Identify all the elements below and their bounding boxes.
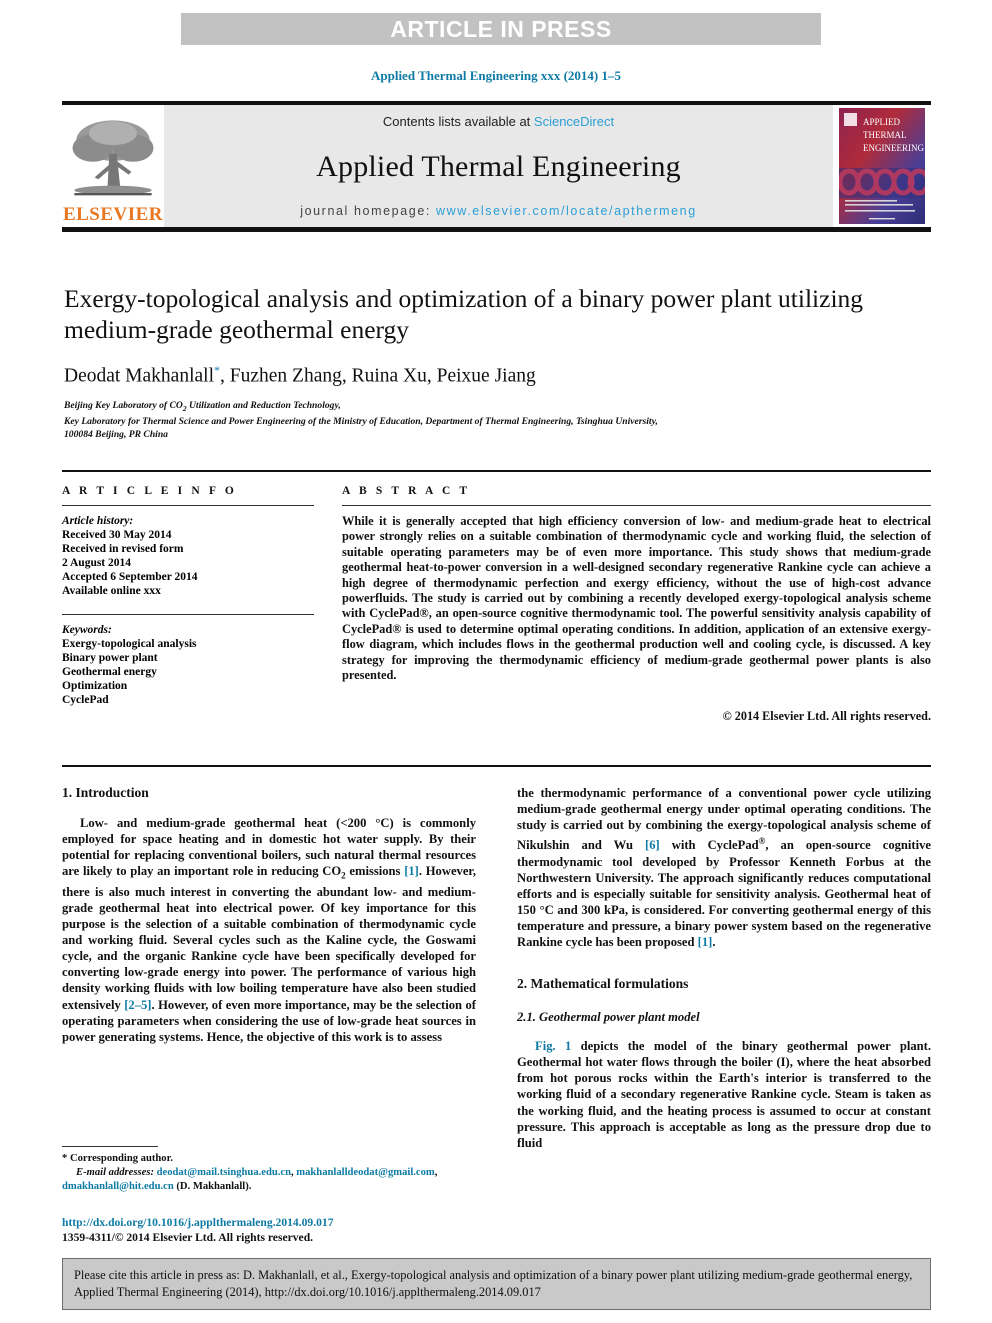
col2-text-c: , an open-source cognitive thermodynamic…	[517, 838, 931, 950]
heading-mathematical-formulations: 2. Mathematical formulations	[517, 976, 689, 992]
heading-geothermal-power-plant-model: 2.1. Geothermal power plant model	[517, 1010, 700, 1025]
keywords-block: Keywords: Exergy-topological analysis Bi…	[62, 614, 314, 707]
keywords-rule	[62, 614, 314, 615]
keyword-3: Geothermal energy	[62, 666, 157, 678]
history-line-1: Received 30 May 2014	[62, 529, 172, 541]
article-history-label: Article history:	[62, 515, 134, 527]
author-rest: , Fuzhen Zhang, Ruina Xu, Peixue Jiang	[220, 365, 536, 387]
citation-ref-2-5[interactable]: [2–5]	[124, 998, 151, 1012]
heading-introduction: 1. Introduction	[62, 785, 149, 800]
doi-link[interactable]: http://dx.doi.org/10.1016/j.applthermale…	[62, 1215, 522, 1230]
affiliation-line-1: Beijing Key Laboratory of CO2 Utilizatio…	[64, 399, 341, 413]
contents-list-line: Contents lists available at ScienceDirec…	[383, 114, 614, 129]
col2-text-b: with CyclePad	[659, 838, 759, 853]
title-section-rule	[62, 470, 931, 472]
author-first: Deodat Makhanlall	[64, 365, 214, 387]
journal-article-page: ARTICLE IN PRESS Applied Thermal Enginee…	[0, 0, 992, 1323]
svg-text:THERMAL: THERMAL	[863, 130, 907, 140]
article-info-rule	[62, 505, 314, 506]
citation-ref-1[interactable]: [1]	[404, 864, 419, 878]
sciencedirect-link[interactable]: ScienceDirect	[534, 114, 614, 129]
homepage-label: journal homepage:	[300, 204, 437, 218]
citation-ref-6[interactable]: [6]	[645, 838, 660, 852]
page-title: Exergy-topological analysis and optimiza…	[64, 284, 864, 344]
svg-text:ENGINEERING: ENGINEERING	[863, 143, 924, 153]
email-link-3[interactable]: dmakhanlall@hit.edu.cn	[62, 1181, 174, 1192]
history-line-5: Available online xxx	[62, 585, 161, 597]
copyright-line: © 2014 Elsevier Ltd. All rights reserved…	[722, 709, 931, 724]
cite-this-article-box: Please cite this article in press as: D.…	[62, 1258, 931, 1310]
author-list: Deodat Makhanlall*, Fuzhen Zhang, Ruina …	[64, 363, 930, 388]
history-line-2: Received in revised form	[62, 543, 184, 555]
email-owner-suffix: (D. Makhanlall).	[173, 1181, 252, 1192]
contents-prefix: Contents lists available at	[382, 114, 534, 129]
intro-continued-paragraph: the thermodynamic performance of a conve…	[517, 785, 931, 950]
elsevier-tree-icon	[72, 120, 154, 196]
section21-paragraph: Fig. 1 depicts the model of the binary g…	[517, 1038, 931, 1151]
elsevier-wordmark: ELSEVIER	[62, 204, 164, 225]
body-column-left: 1. Introduction Low- and medium-grade ge…	[62, 785, 476, 1151]
running-head: Applied Thermal Engineering xxx (2014) 1…	[370, 68, 622, 83]
abstract-heading: A B S T R A C T	[342, 485, 471, 497]
abstract-rule	[342, 505, 931, 506]
doi-block: http://dx.doi.org/10.1016/j.applthermale…	[62, 1215, 522, 1245]
homepage-url-link[interactable]: www.elsevier.com/locate/apthermeng	[436, 204, 697, 218]
intro-paragraph: Low- and medium-grade geothermal heat (<…	[62, 815, 476, 1045]
article-in-press-label: ARTICLE IN PRESS	[390, 15, 612, 42]
masthead-center: Contents lists available at ScienceDirec…	[164, 105, 833, 227]
article-info-column: A R T I C L E I N F O Article history: R…	[62, 485, 332, 724]
masthead-body: ELSEVIER Contents lists available at Sci…	[62, 105, 931, 227]
article-in-press-banner: ARTICLE IN PRESS	[181, 13, 821, 45]
email-addresses-label: E-mail addresses:	[76, 1167, 154, 1178]
title-block: Exergy-topological analysis and optimiza…	[64, 283, 930, 442]
journal-cover-thumbnail: APPLIED THERMAL ENGINEERING	[833, 105, 931, 227]
body-column-right: the thermodynamic performance of a conve…	[517, 785, 931, 1151]
journal-homepage-line: journal homepage: www.elsevier.com/locat…	[300, 204, 697, 218]
col2-text-d: .	[712, 935, 716, 950]
keyword-4: Optimization	[62, 680, 128, 692]
info-abstract-panel: A R T I C L E I N F O Article history: R…	[62, 485, 931, 724]
footnote-rule	[62, 1146, 158, 1147]
history-line-3: 2 August 2014	[62, 557, 132, 569]
journal-title: Applied Thermal Engineering	[316, 149, 681, 183]
footnote-email-line-2: dmakhanlall@hit.edu.cn (D. Makhanlall).	[62, 1180, 476, 1194]
affiliation-line-3: 100084 Beijing, PR China	[64, 429, 168, 441]
cite-this-article-text: Please cite this article in press as: D.…	[74, 1268, 913, 1299]
intro-text-b: emissions	[345, 864, 405, 879]
email-link-2[interactable]: makhanlalldeodat@gmail.com	[296, 1167, 434, 1178]
corresponding-author-footnote: * Corresponding author. E-mail addresses…	[62, 1146, 476, 1194]
elsevier-logo: ELSEVIER	[62, 105, 164, 227]
figure-1-link[interactable]: Fig. 1	[535, 1039, 571, 1053]
issn-copyright-line: 1359-4311/© 2014 Elsevier Ltd. All right…	[62, 1231, 314, 1244]
email-link-1[interactable]: deodat@mail.tsinghua.edu.cn	[157, 1167, 291, 1178]
abstract-section-rule	[62, 765, 931, 767]
abstract-text: While it is generally accepted that high…	[342, 514, 931, 683]
keyword-2: Binary power plant	[62, 652, 158, 664]
history-line-4: Accepted 6 September 2014	[62, 571, 198, 583]
masthead-bottom-rule	[62, 227, 931, 232]
footnote-corresponding-line: * Corresponding author.	[62, 1152, 476, 1166]
footnote-email-line: E-mail addresses: deodat@mail.tsinghua.e…	[76, 1167, 438, 1178]
intro-text-c: . However, there is also much interest i…	[62, 864, 476, 1012]
keyword-1: Exergy-topological analysis	[62, 638, 197, 650]
affiliation-line-2: Key Laboratory for Thermal Science and P…	[64, 415, 658, 427]
journal-masthead: ELSEVIER Contents lists available at Sci…	[62, 101, 931, 232]
keyword-5: CyclePad	[62, 694, 109, 706]
section21-text: depicts the model of the binary geotherm…	[517, 1039, 931, 1150]
footnote-corresponding-text: Corresponding author.	[67, 1153, 173, 1164]
affiliations: Beijing Key Laboratory of CO2 Utilizatio…	[64, 399, 930, 442]
body-columns: 1. Introduction Low- and medium-grade ge…	[62, 785, 931, 1151]
citation-ref-1b[interactable]: [1]	[698, 935, 713, 949]
abstract-column: A B S T R A C T While it is generally ac…	[332, 485, 931, 724]
article-info-heading: A R T I C L E I N F O	[62, 485, 237, 497]
journal-cover-image: APPLIED THERMAL ENGINEERING	[839, 108, 925, 224]
keywords-label: Keywords:	[62, 624, 112, 636]
svg-text:APPLIED: APPLIED	[863, 117, 901, 127]
